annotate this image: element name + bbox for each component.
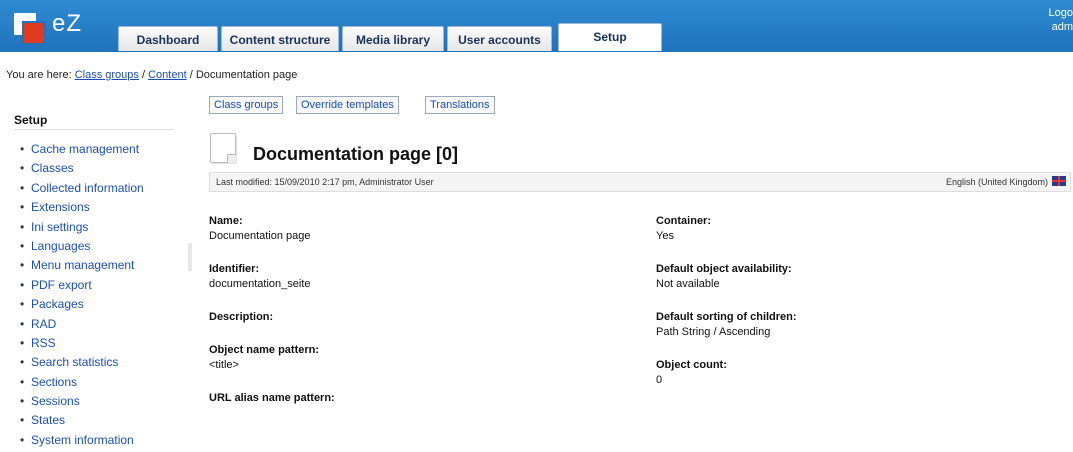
breadcrumb: You are here: Class groups / Content / D… (6, 69, 297, 81)
tab-dashboard[interactable]: Dashboard (118, 26, 218, 51)
breadcrumb-separator: / (189, 69, 193, 81)
prop-identifier: Identifier: documentation_seite (209, 263, 311, 290)
sidebar-divider (14, 129, 174, 130)
prop-url-alias-name-pattern: URL alias name pattern: (209, 392, 335, 407)
prop-label: Object count: (656, 359, 727, 371)
sidebar-item-classes[interactable]: Classes (20, 161, 144, 180)
prop-label: Identifier: (209, 263, 260, 275)
ez-logo[interactable]: eZ (14, 10, 110, 45)
sidebar-item-cache-management[interactable]: Cache management (20, 142, 144, 161)
sidebar-item-extensions[interactable]: Extensions (20, 200, 144, 219)
sidebar-item-rss[interactable]: RSS (20, 336, 144, 355)
sidebar-item-languages[interactable]: Languages (20, 239, 144, 258)
prop-label: Default object availability: (656, 263, 792, 275)
prop-value: 0 (656, 374, 663, 386)
sidebar-item-sessions[interactable]: Sessions (20, 394, 144, 413)
breadcrumb-prefix: You are here: (6, 69, 72, 81)
prop-label: Object name pattern: (209, 344, 320, 356)
prop-value: Yes (656, 230, 674, 242)
prop-container: Container: Yes (656, 215, 711, 242)
logged-in-user: adm (1051, 21, 1073, 33)
prop-description: Description: (209, 311, 273, 326)
language-label: English (United Kingdom) (945, 177, 1048, 187)
prop-label: Description: (209, 311, 274, 323)
sidebar-item-packages[interactable]: Packages (20, 297, 144, 316)
sidebar-resize-handle[interactable] (188, 243, 192, 271)
prop-default-object-availability: Default object availability: Not availab… (656, 263, 792, 290)
prop-value: <title> (209, 359, 239, 371)
last-modified-text: Last modified: 15/09/2010 2:17 pm, Admin… (216, 177, 434, 187)
sidebar-item-ini-settings[interactable]: Ini settings (20, 220, 144, 239)
prop-label: Container: (656, 215, 711, 227)
prop-label: Default sorting of children: (656, 311, 797, 323)
logout-label: Logo (1048, 7, 1073, 19)
prop-value: Not available (656, 278, 720, 290)
prop-default-sorting-of-children: Default sorting of children: Path String… (656, 311, 797, 338)
breadcrumb-current: Documentation page (195, 69, 298, 81)
logout-link[interactable]: Logo adm (1049, 6, 1073, 34)
sidebar-item-states[interactable]: States (20, 413, 144, 432)
sidebar-item-search-statistics[interactable]: Search statistics (20, 355, 144, 374)
uk-flag-icon (1052, 176, 1066, 186)
breadcrumb-link-content[interactable]: Content (148, 69, 187, 81)
prop-value: Documentation page (209, 230, 311, 242)
prop-value: Path String / Ascending (656, 326, 771, 338)
page-title: Documentation page [0] (253, 144, 459, 164)
tab-user-accounts[interactable]: User accounts (447, 26, 552, 51)
sidebar-item-system-information[interactable]: System information (20, 433, 144, 452)
tab-content-structure[interactable]: Content structure (221, 26, 339, 51)
prop-name: Name: Documentation page (209, 215, 311, 242)
translations-button[interactable]: Translations (425, 96, 495, 114)
breadcrumb-separator: / (141, 69, 146, 81)
logo-mark-red (22, 21, 46, 45)
sidebar-menu: Cache management Classes Collected infor… (20, 142, 144, 452)
sidebar-item-sections[interactable]: Sections (20, 375, 144, 394)
prop-object-count: Object count: 0 (656, 359, 727, 386)
class-document-icon (210, 133, 236, 163)
sidebar-item-collected-information[interactable]: Collected information (20, 181, 144, 200)
sidebar-item-pdf-export[interactable]: PDF export (20, 278, 144, 297)
object-info-bar: Last modified: 15/09/2010 2:17 pm, Admin… (209, 172, 1071, 192)
sidebar-item-rad[interactable]: RAD (20, 317, 144, 336)
sidebar-title: Setup (14, 113, 48, 127)
logo-text: eZ (52, 10, 83, 37)
tab-media-library[interactable]: Media library (342, 26, 444, 51)
prop-object-name-pattern: Object name pattern: <title> (209, 344, 319, 371)
sidebar-item-menu-management[interactable]: Menu management (20, 258, 144, 277)
top-bar: eZ Dashboard Content structure Media lib… (0, 0, 1073, 52)
override-templates-button[interactable]: Override templates (296, 96, 399, 114)
breadcrumb-link-class-groups[interactable]: Class groups (75, 69, 139, 81)
prop-label: URL alias name pattern: (209, 392, 335, 404)
prop-value: documentation_seite (209, 278, 311, 290)
class-groups-button[interactable]: Class groups (209, 96, 284, 114)
prop-label: Name: (209, 215, 243, 227)
tab-setup[interactable]: Setup (558, 23, 662, 51)
